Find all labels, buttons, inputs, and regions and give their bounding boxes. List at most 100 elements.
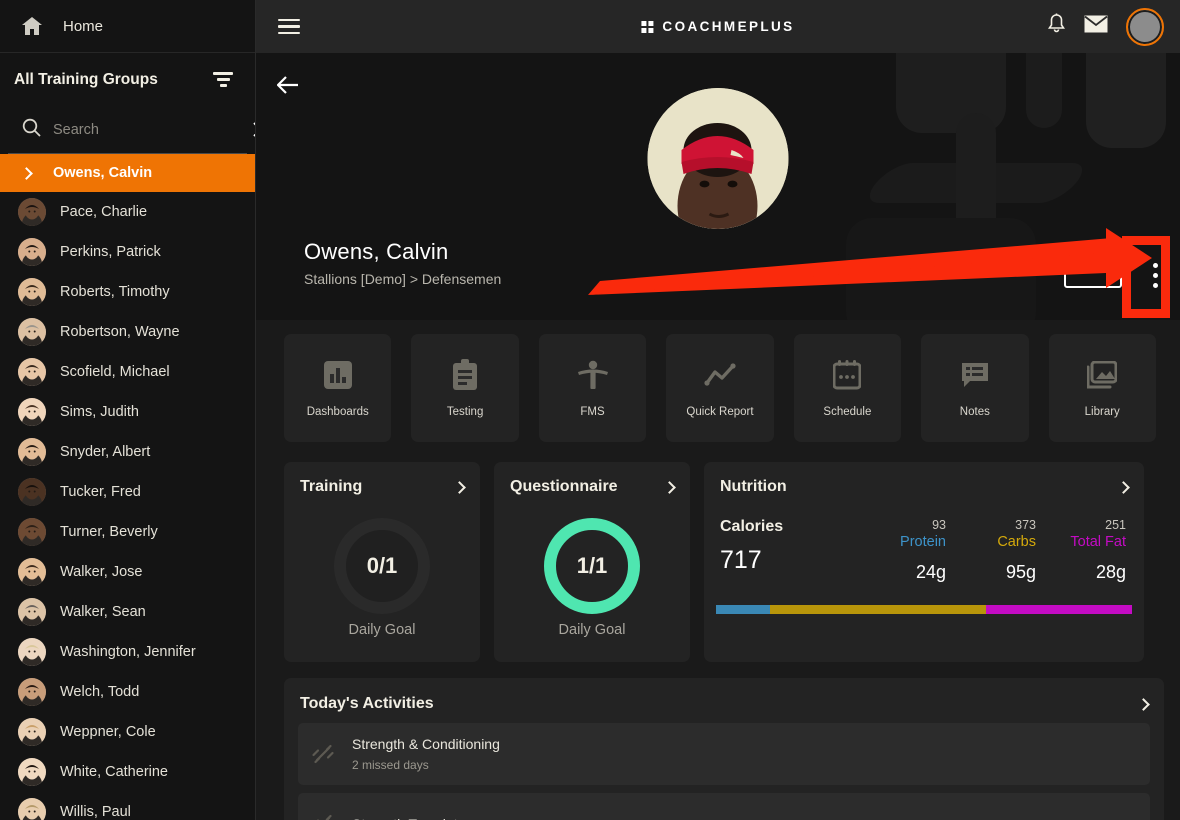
quick-tile-testing[interactable]: Testing	[411, 334, 518, 442]
breadcrumb: Stallions [Demo] > Defensemen	[304, 271, 501, 287]
sidebar-item-athlete[interactable]: Tucker, Fred	[0, 472, 255, 512]
nutrition-card[interactable]: Nutrition Calories 717 93Protein24g373Ca…	[704, 462, 1144, 662]
avatar	[18, 598, 46, 626]
back-button[interactable]	[274, 71, 302, 99]
macro-calories: 251	[1036, 518, 1126, 532]
avatar	[18, 638, 46, 666]
sidebar-item-athlete[interactable]: Pace, Charlie	[0, 192, 255, 232]
quick-tile-notes[interactable]: Notes	[921, 334, 1028, 442]
avatar	[18, 318, 46, 346]
athlete-photo	[648, 88, 789, 229]
avatar	[18, 358, 46, 386]
search-bar	[8, 106, 247, 154]
grid-logo-icon	[641, 21, 653, 33]
quick-tile-quick-report[interactable]: Quick Report	[666, 334, 773, 442]
athlete-name: Willis, Paul	[60, 804, 131, 820]
athlete-name: Snyder, Albert	[60, 444, 150, 460]
hamburger-menu-icon[interactable]	[278, 19, 300, 35]
sidebar-item-athlete[interactable]: White, Catherine	[0, 752, 255, 792]
calendar-icon	[830, 358, 864, 392]
kebab-menu-button[interactable]	[1140, 247, 1170, 303]
activity-row[interactable]: Strength Template	[298, 793, 1150, 820]
avatar	[18, 278, 46, 306]
training-card[interactable]: Training 0/1 Daily Goal	[284, 462, 480, 662]
macro-grams: 24g	[856, 562, 946, 583]
mail-envelope-icon[interactable]	[1084, 15, 1108, 38]
questionnaire-card[interactable]: Questionnaire 1/1 Daily Goal	[494, 462, 690, 662]
quick-tile-dashboards[interactable]: Dashboards	[284, 334, 391, 442]
quick-tile-library[interactable]: Library	[1049, 334, 1156, 442]
training-goal-value: 0/1	[334, 518, 430, 614]
profile-hero: Owens, Calvin Stallions [Demo] > Defense…	[256, 53, 1180, 320]
sidebar-item-home[interactable]: Home	[0, 0, 255, 53]
athlete-list: Owens, Calvin Pace, Charlie Perkins, Patr…	[0, 154, 255, 820]
questionnaire-goal-ring: 1/1 Daily Goal	[494, 494, 690, 662]
activity-title: Strength & Conditioning	[352, 736, 500, 752]
dumbbell-icon	[308, 809, 338, 820]
quick-tile-label: Notes	[960, 406, 990, 418]
sidebar-item-athlete[interactable]: Robertson, Wayne	[0, 312, 255, 352]
search-input[interactable]	[53, 122, 240, 138]
sidebar-item-athlete[interactable]: Sims, Judith	[0, 392, 255, 432]
sidebar-item-athlete[interactable]: Washington, Jennifer	[0, 632, 255, 672]
sidebar-item-athlete[interactable]: Scofield, Michael	[0, 352, 255, 392]
quick-tile-label: FMS	[580, 406, 604, 418]
macro-protein: 93Protein24g	[856, 518, 946, 583]
chevron-right-icon	[20, 167, 33, 180]
chevron-right-icon[interactable]	[1137, 698, 1150, 711]
notifications-bell-icon[interactable]	[1047, 13, 1066, 40]
athlete-name: Pace, Charlie	[60, 204, 147, 220]
questionnaire-card-header: Questionnaire	[494, 462, 690, 496]
athlete-name: Turner, Beverly	[60, 524, 158, 540]
quick-tile-schedule[interactable]: Schedule	[794, 334, 901, 442]
athlete-name: Perkins, Patrick	[60, 244, 161, 260]
quick-tile-label: Quick Report	[686, 406, 753, 418]
bar-chart-icon	[321, 358, 355, 392]
macro-grams: 95g	[946, 562, 1036, 583]
home-label: Home	[63, 18, 103, 35]
avatar	[18, 238, 46, 266]
sidebar-item-athlete[interactable]: Perkins, Patrick	[0, 232, 255, 272]
brand-name: COACHMEPLUS	[662, 19, 794, 34]
activity-row[interactable]: Strength & Conditioning2 missed days	[298, 723, 1150, 785]
nutrition-card-header: Nutrition	[704, 462, 1144, 496]
sidebar-item-athlete[interactable]: Welch, Todd	[0, 672, 255, 712]
training-groups-title: All Training Groups	[14, 71, 158, 89]
quick-action-tiles: Dashboards Testing FMS Quick Report Schedule…	[256, 320, 1180, 442]
macro-list: 93Protein24g373Carbs95g251Total Fat28g	[856, 518, 1126, 583]
macro-name: Protein	[856, 534, 946, 550]
chevron-right-icon[interactable]	[663, 481, 676, 494]
calories-value: 717	[720, 546, 783, 575]
calories-label: Calories	[720, 518, 783, 536]
macro-bar-segment	[716, 605, 770, 614]
sidebar-item-selected-athlete[interactable]: Owens, Calvin	[0, 154, 255, 192]
sidebar-item-athlete[interactable]: Weppner, Cole	[0, 712, 255, 752]
athlete-name: Weppner, Cole	[60, 724, 156, 740]
avatar	[18, 558, 46, 586]
sidebar-item-athlete[interactable]: Turner, Beverly	[0, 512, 255, 552]
user-avatar[interactable]	[1126, 8, 1164, 46]
top-bar: COACHMEPLUS	[256, 0, 1180, 53]
sidebar-item-athlete[interactable]: Snyder, Albert	[0, 432, 255, 472]
sidebar-item-athlete[interactable]: Walker, Sean	[0, 592, 255, 632]
sidebar-item-athlete[interactable]: Roberts, Timothy	[0, 272, 255, 312]
filter-icon[interactable]	[213, 72, 233, 88]
quick-tile-label: Dashboards	[307, 406, 369, 418]
athlete-name: Walker, Jose	[60, 564, 142, 580]
macro-name: Total Fat	[1036, 534, 1126, 550]
questionnaire-goal-caption: Daily Goal	[559, 622, 626, 638]
athlete-name: Welch, Todd	[60, 684, 139, 700]
avatar	[18, 718, 46, 746]
person-arms-out-icon	[576, 358, 610, 392]
sidebar-item-athlete[interactable]: Willis, Paul	[0, 792, 255, 820]
sidebar-item-athlete[interactable]: Walker, Jose	[0, 552, 255, 592]
chevron-right-icon[interactable]	[1117, 481, 1130, 494]
nutrition-card-title: Nutrition	[720, 478, 787, 496]
chevron-right-icon[interactable]	[453, 481, 466, 494]
quick-tile-fms[interactable]: FMS	[539, 334, 646, 442]
avatar	[18, 198, 46, 226]
athlete-name: White, Catherine	[60, 764, 168, 780]
macro-progress-bar	[716, 605, 1132, 614]
hidden-action-button[interactable]	[1064, 266, 1122, 288]
dumbbell-icon	[308, 739, 338, 769]
